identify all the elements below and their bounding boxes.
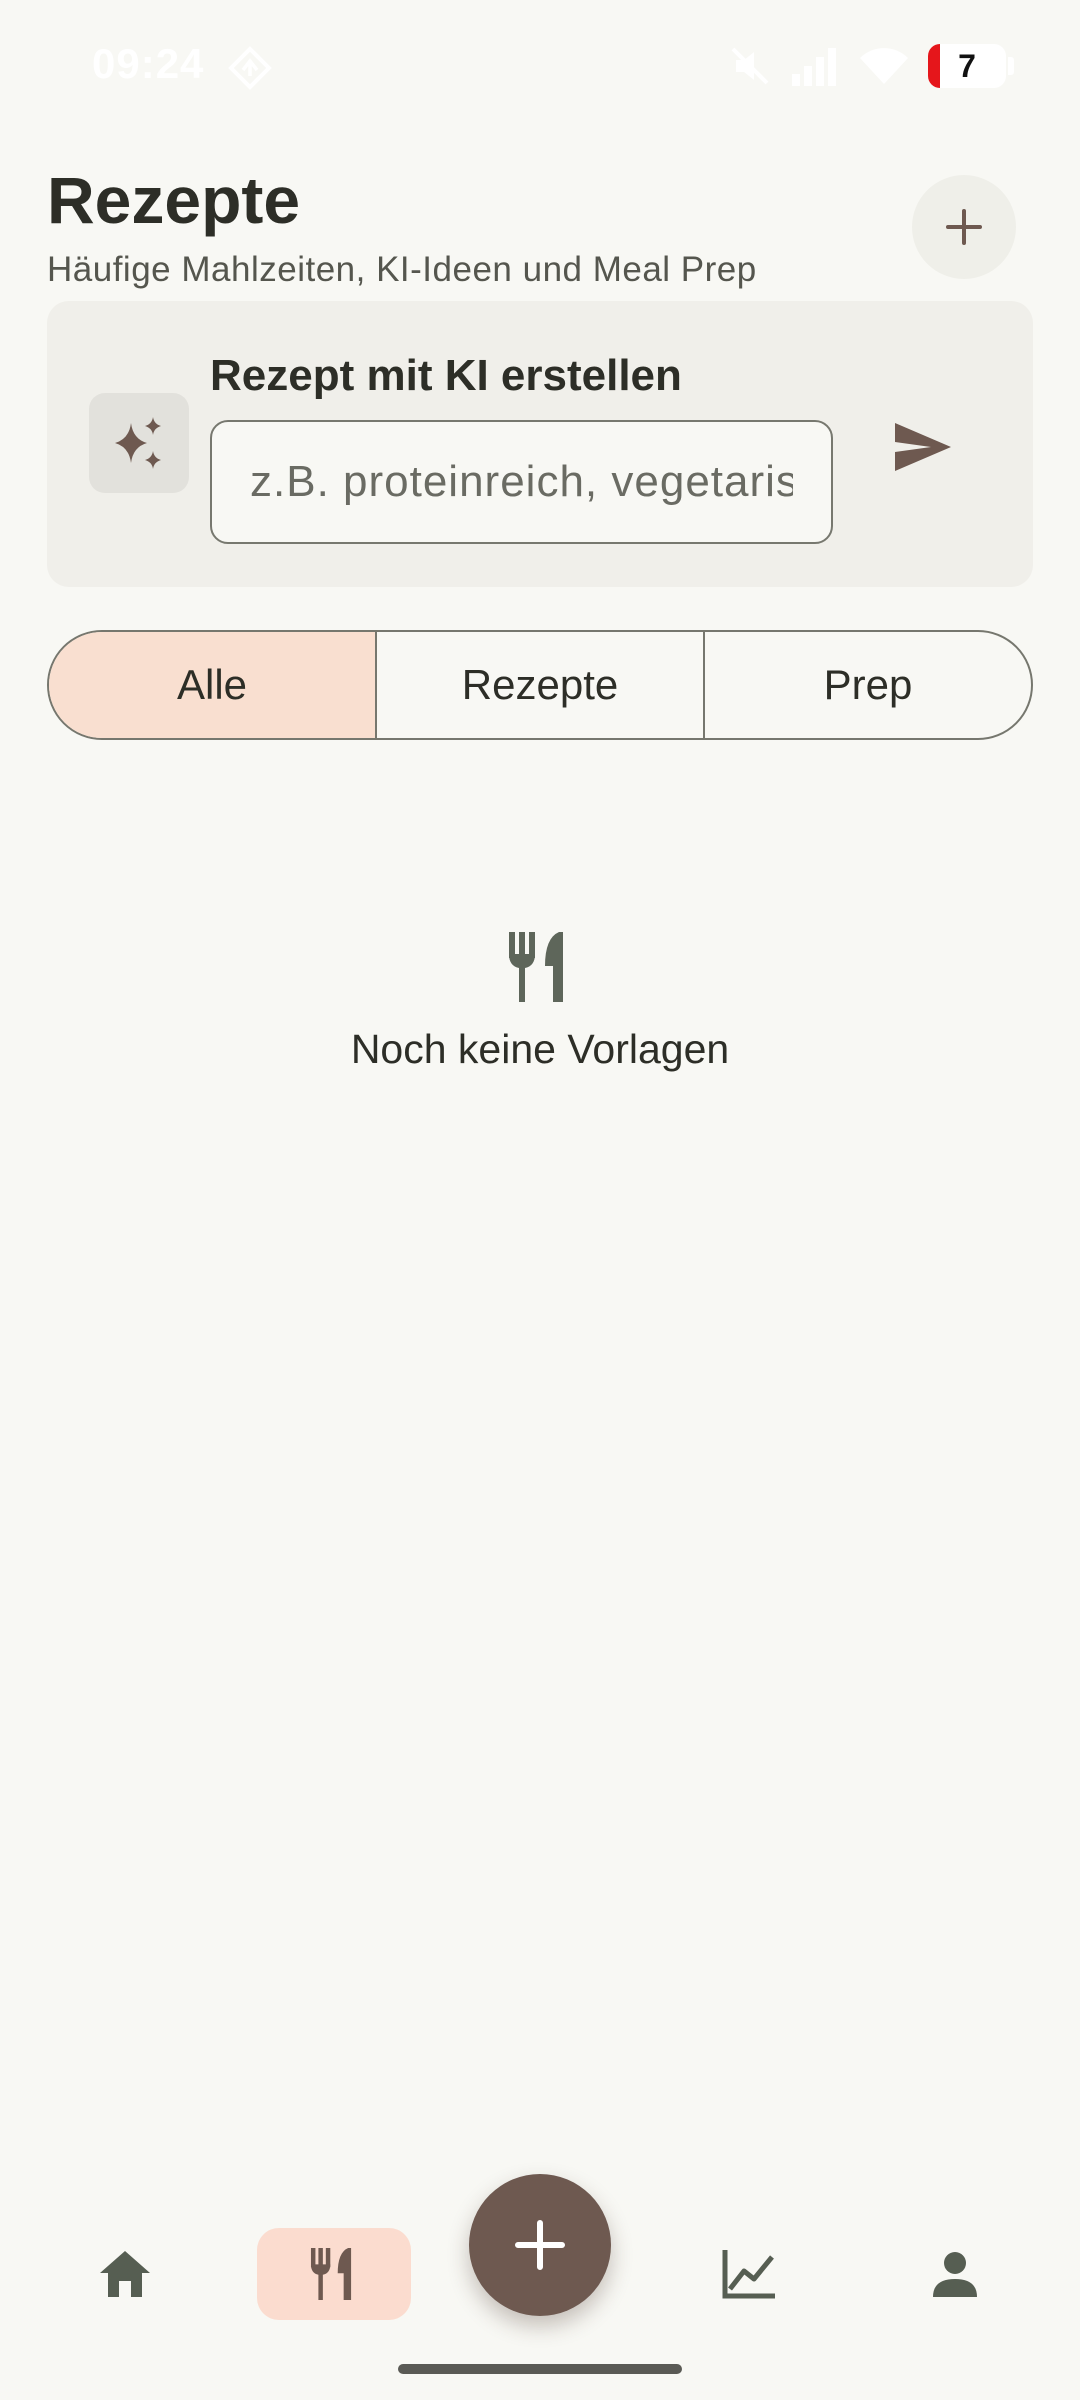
- person-icon: [933, 2252, 977, 2297]
- ai-prompt-input[interactable]: [210, 420, 833, 544]
- add-fab-button[interactable]: [469, 2174, 611, 2316]
- segment-prep[interactable]: Prep: [703, 632, 1031, 738]
- empty-state: Noch keine Vorlagen: [0, 930, 1080, 1073]
- segment-rezepte[interactable]: Rezepte: [375, 632, 703, 738]
- ai-card-title: Rezept mit KI erstellen: [210, 351, 682, 400]
- nav-home[interactable]: [48, 2228, 202, 2320]
- send-icon: [895, 423, 951, 471]
- segment-alle[interactable]: Alle: [49, 632, 375, 738]
- page-title: Rezepte: [47, 163, 301, 237]
- nav-recipes[interactable]: [257, 2228, 411, 2320]
- filter-segmented-control: Alle Rezepte Prep: [47, 630, 1033, 740]
- cutlery-icon: [310, 2248, 352, 2300]
- page-subtitle: Häufige Mahlzeiten, KI-Ideen und Meal Pr…: [47, 250, 757, 289]
- status-icons: 7: [728, 40, 1014, 92]
- battery-level: 7: [958, 47, 976, 84]
- nav-profile[interactable]: [878, 2228, 1032, 2320]
- sparkles-icon-box: [89, 393, 189, 493]
- status-bar: 09:24 7: [0, 0, 1080, 130]
- home-icon: [100, 2251, 150, 2297]
- sparkles-icon: [115, 417, 161, 469]
- chart-icon: [722, 2250, 775, 2299]
- plus-icon: [515, 2220, 565, 2270]
- wifi-icon: [858, 44, 910, 88]
- cutlery-icon: [509, 932, 563, 1002]
- add-recipe-button[interactable]: [912, 175, 1016, 279]
- ai-recipe-card: Rezept mit KI erstellen: [47, 301, 1033, 587]
- battery-icon: 7: [928, 44, 1006, 88]
- nav-stats[interactable]: [672, 2228, 826, 2320]
- navigation-icon: [228, 46, 272, 90]
- bottom-navigation: [0, 2160, 1080, 2400]
- send-button[interactable]: [885, 409, 961, 485]
- mute-icon: [728, 44, 772, 88]
- signal-icon: [790, 44, 840, 88]
- plus-icon: [946, 209, 982, 245]
- empty-state-text: Noch keine Vorlagen: [350, 1026, 730, 1072]
- home-indicator[interactable]: [398, 2364, 682, 2374]
- status-time: 09:24: [92, 40, 205, 87]
